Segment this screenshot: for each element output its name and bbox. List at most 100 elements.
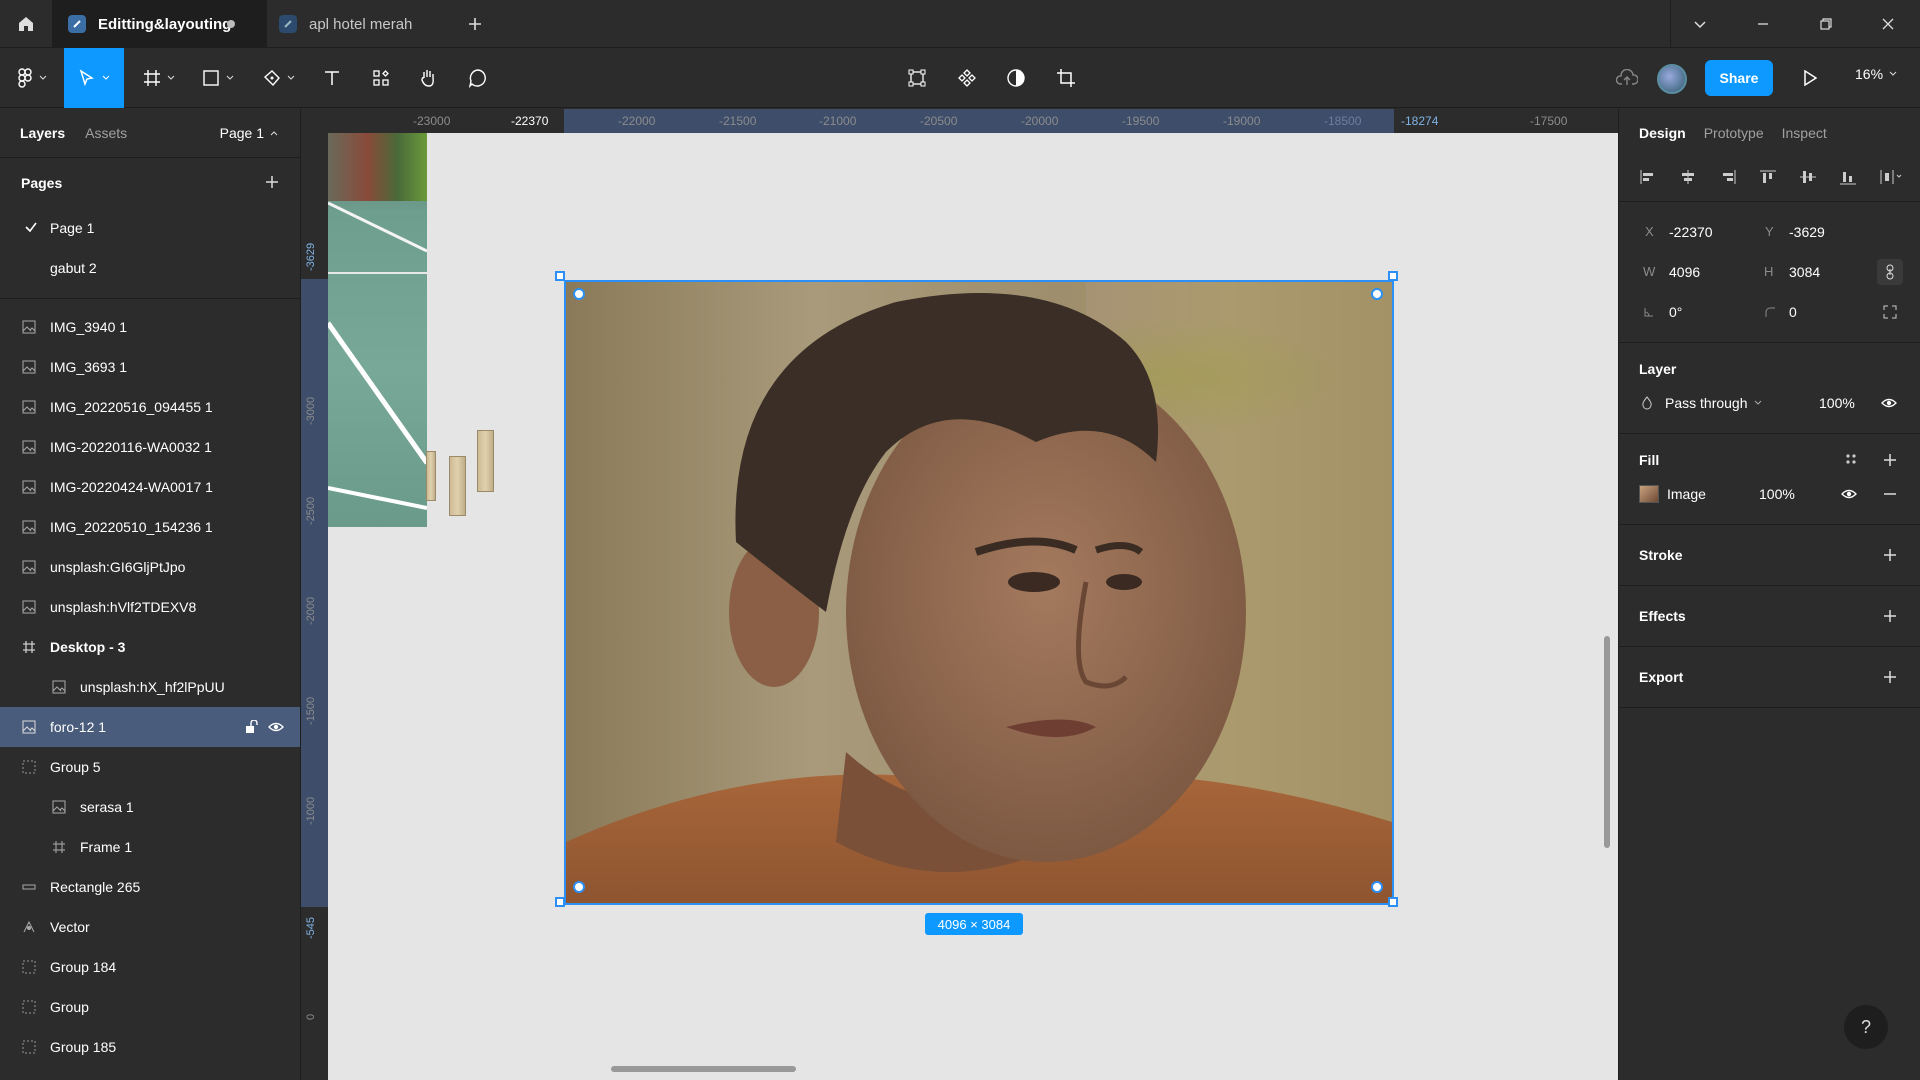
corner-radius-handle[interactable] — [573, 288, 585, 300]
canvas-image-wood-3[interactable] — [477, 430, 494, 492]
tab-editting-layouting[interactable]: Editting&layouting — [52, 0, 267, 48]
layer-row[interactable]: Vector — [0, 907, 300, 947]
create-component-button[interactable] — [950, 58, 984, 98]
unlock-icon[interactable] — [244, 720, 258, 734]
layer-row[interactable]: Frame 1 — [0, 827, 300, 867]
zoom-dropdown[interactable]: 16% — [1855, 66, 1897, 82]
layer-row[interactable]: IMG_20220510_154236 1 — [0, 507, 300, 547]
text-tool-button[interactable] — [316, 58, 348, 98]
remove-fill-icon[interactable] — [1883, 487, 1897, 501]
add-effect-icon[interactable] — [1882, 608, 1898, 624]
align-vertical-center-icon[interactable] — [1799, 169, 1817, 185]
tab-inspect[interactable]: Inspect — [1782, 125, 1827, 141]
page-selector[interactable]: Page 1 — [220, 125, 278, 141]
help-button[interactable]: ? — [1844, 1005, 1888, 1049]
selected-image-foro-12[interactable] — [564, 280, 1394, 905]
page-item-gabut-2[interactable]: gabut 2 — [0, 248, 300, 288]
layer-row[interactable]: Group 5 — [0, 747, 300, 787]
avatar[interactable] — [1657, 64, 1687, 94]
layer-row[interactable]: Group — [0, 987, 300, 1027]
align-horizontal-center-icon[interactable] — [1679, 169, 1697, 185]
minimize-button[interactable] — [1751, 12, 1775, 36]
horizontal-scrollbar[interactable] — [611, 1066, 796, 1072]
align-left-icon[interactable] — [1639, 169, 1657, 185]
styles-grid-icon[interactable] — [1844, 452, 1858, 466]
layer-opacity-input[interactable]: 100% — [1819, 395, 1855, 411]
tabs-dropdown-button[interactable] — [1688, 12, 1712, 36]
x-input[interactable]: -22370 — [1669, 224, 1713, 240]
canvas-image-wood-1[interactable] — [426, 451, 436, 501]
mask-button[interactable] — [999, 58, 1033, 98]
align-top-icon[interactable] — [1759, 169, 1777, 185]
distribute-icon[interactable] — [1879, 169, 1903, 185]
main-menu-button[interactable] — [12, 58, 52, 98]
fill-image-swatch[interactable] — [1639, 485, 1659, 503]
align-right-icon[interactable] — [1719, 169, 1737, 185]
tab-prototype[interactable]: Prototype — [1704, 125, 1764, 141]
add-page-icon[interactable] — [264, 174, 280, 190]
home-button[interactable] — [0, 0, 52, 48]
tab-layers[interactable]: Layers — [20, 125, 65, 141]
fill-opacity-input[interactable]: 100% — [1759, 486, 1795, 502]
layer-row[interactable]: unsplash:hX_hf2lPpUU — [0, 667, 300, 707]
layer-row[interactable]: IMG-20220424-WA0017 1 — [0, 467, 300, 507]
eye-icon[interactable] — [1881, 396, 1897, 410]
layer-row[interactable]: unsplash:GI6GljPtJpo — [0, 547, 300, 587]
add-stroke-icon[interactable] — [1882, 547, 1898, 563]
corner-radius-handle[interactable] — [1371, 288, 1383, 300]
layer-row[interactable]: IMG-20220116-WA0032 1 — [0, 427, 300, 467]
layer-row[interactable]: IMG_3693 1 — [0, 347, 300, 387]
page-item-page-1[interactable]: Page 1 — [0, 208, 300, 248]
tab-assets[interactable]: Assets — [85, 125, 127, 141]
corner-radius-handle[interactable] — [573, 881, 585, 893]
vertical-scrollbar[interactable] — [1604, 636, 1610, 848]
hand-tool-button[interactable] — [412, 58, 444, 98]
tab-apl-hotel-merah[interactable]: apl hotel merah — [267, 0, 452, 48]
layer-row[interactable]: Rectangle 265 — [0, 867, 300, 907]
layer-row[interactable]: IMG_20220516_094455 1 — [0, 387, 300, 427]
add-fill-icon[interactable] — [1882, 452, 1898, 468]
close-window-button[interactable] — [1876, 12, 1900, 36]
layer-row-selected[interactable]: foro-12 1 — [0, 707, 300, 747]
independent-corners-icon[interactable] — [1883, 305, 1897, 319]
blend-mode-dropdown[interactable]: Pass through — [1665, 395, 1762, 411]
rotation-input[interactable]: 0° — [1669, 304, 1682, 320]
add-export-icon[interactable] — [1882, 669, 1898, 685]
frame-selection-button[interactable] — [900, 58, 934, 98]
layer-row[interactable]: serasa 1 — [0, 787, 300, 827]
height-input[interactable]: 3084 — [1789, 264, 1820, 280]
new-tab-button[interactable] — [463, 12, 487, 36]
align-bottom-icon[interactable] — [1839, 169, 1857, 185]
resize-handle-bottom-left[interactable] — [555, 897, 565, 907]
canvas-image-wood-2[interactable] — [449, 456, 466, 516]
shape-tool-button[interactable] — [197, 58, 239, 98]
restore-button[interactable] — [1814, 12, 1838, 36]
layer-row[interactable]: unsplash:hVlf2TDEXV8 — [0, 587, 300, 627]
resize-handle-top-right[interactable] — [1388, 271, 1398, 281]
resources-tool-button[interactable] — [365, 58, 397, 98]
canvas[interactable]: 4096 × 3084 — [328, 133, 1618, 1080]
corner-radius-handle[interactable] — [1371, 881, 1383, 893]
present-button[interactable] — [1795, 58, 1825, 98]
crop-image-button[interactable] — [1049, 58, 1083, 98]
layer-row[interactable]: IMG_3940 1 — [0, 307, 300, 347]
layer-row[interactable]: Group 184 — [0, 947, 300, 987]
share-button[interactable]: Share — [1705, 60, 1773, 96]
constrain-proportions-button[interactable] — [1877, 259, 1903, 285]
layer-row[interactable]: Desktop - 3 — [0, 627, 300, 667]
cloud-sync-button[interactable] — [1612, 58, 1642, 98]
resize-handle-top-left[interactable] — [555, 271, 565, 281]
eye-icon[interactable] — [1841, 487, 1857, 501]
frame-tool-button[interactable] — [138, 58, 180, 98]
tab-design[interactable]: Design — [1639, 125, 1686, 141]
move-tool-button[interactable] — [64, 48, 124, 108]
resize-handle-bottom-right[interactable] — [1388, 897, 1398, 907]
canvas-image-court[interactable] — [328, 133, 427, 527]
fill-type[interactable]: Image — [1667, 486, 1706, 502]
corner-radius-input[interactable]: 0 — [1789, 304, 1797, 320]
y-input[interactable]: -3629 — [1789, 224, 1825, 240]
layer-row[interactable]: Group 185 — [0, 1027, 300, 1067]
pen-tool-button[interactable] — [258, 58, 300, 98]
eye-icon[interactable] — [268, 720, 284, 734]
comment-tool-button[interactable] — [462, 58, 494, 98]
